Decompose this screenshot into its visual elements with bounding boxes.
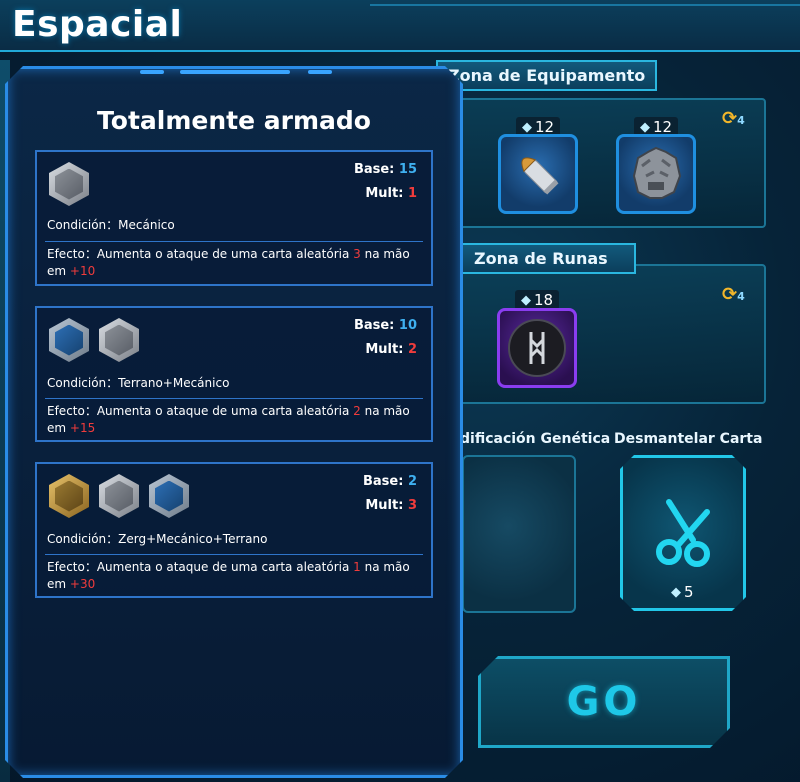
combo-divider bbox=[45, 554, 423, 555]
gem-icon: ◆ bbox=[640, 119, 650, 135]
zerg-hex-icon bbox=[49, 474, 89, 518]
refresh-icon: ⟳ bbox=[722, 108, 738, 129]
combo-mult: Mult: 1 bbox=[365, 186, 417, 201]
combo-base: Base: 15 bbox=[353, 162, 417, 177]
gem-icon: ◆ bbox=[671, 584, 681, 600]
mechanic-hex-icon bbox=[49, 162, 89, 206]
combo-mult: Mult: 2 bbox=[365, 342, 417, 357]
combo-condition: Condición：Mecánico bbox=[47, 218, 175, 232]
rune-disc-icon bbox=[508, 319, 566, 377]
rune-zone-panel bbox=[440, 264, 766, 404]
scissors-icon bbox=[649, 494, 719, 570]
combo-entry: Base: 10 Mult: 2 Condición：Terrano+Mecán… bbox=[35, 306, 433, 442]
mechanic-hex-icon bbox=[99, 474, 139, 518]
terran-hex-icon bbox=[149, 474, 189, 518]
rune-price-value: 18 bbox=[534, 291, 554, 309]
combo-icon-row bbox=[49, 318, 139, 362]
combo-divider bbox=[45, 241, 423, 242]
rune-refresh-button[interactable]: ⟳4 bbox=[722, 284, 745, 305]
gem-icon: ◆ bbox=[521, 292, 531, 308]
genetic-modification-slot[interactable] bbox=[462, 455, 576, 613]
modal-top-decoration bbox=[180, 70, 290, 74]
modal-top-decoration bbox=[140, 70, 164, 74]
page-title: Espacial bbox=[12, 4, 183, 45]
equipment-zone-panel bbox=[440, 98, 766, 228]
equipment-item-skull-helmet[interactable] bbox=[616, 134, 696, 214]
combo-icon-row bbox=[49, 474, 189, 518]
combo-entry: Base: 15 Mult: 1 Condición：Mecánico Efec… bbox=[35, 150, 433, 286]
mechanic-hex-icon bbox=[99, 318, 139, 362]
combo-icon-row bbox=[49, 162, 89, 206]
dismantle-card-button[interactable]: ◆ 5 bbox=[620, 455, 746, 611]
combo-condition: Condición：Terrano+Mecánico bbox=[47, 376, 230, 390]
refresh-icon: ⟳ bbox=[722, 284, 738, 305]
equipment-refresh-count: 4 bbox=[737, 114, 745, 127]
combo-effect: Efecto：Aumenta o ataque de uma carta ale… bbox=[47, 247, 410, 278]
combo-effect: Efecto：Aumenta o ataque de uma carta ale… bbox=[47, 404, 410, 435]
rune-refresh-count: 4 bbox=[737, 290, 745, 303]
skull-helmet-icon bbox=[632, 146, 682, 199]
modal-top-decoration bbox=[308, 70, 332, 74]
equipment-refresh-button[interactable]: ⟳4 bbox=[722, 108, 745, 129]
rune-item-disc[interactable] bbox=[497, 308, 577, 388]
combo-base: Base: 10 bbox=[353, 318, 417, 333]
equipment-zone-tab: Zona de Equipamento bbox=[436, 60, 658, 91]
combo-divider bbox=[45, 398, 423, 399]
dismantle-price-value: 5 bbox=[684, 583, 694, 601]
title-decoration bbox=[370, 4, 800, 20]
combo-condition: Condición：Zerg+Mecánico+Terrano bbox=[47, 532, 268, 546]
genetic-modification-label: dificación Genética bbox=[460, 431, 611, 447]
dismantle-card-label: Desmantelar Carta bbox=[614, 431, 763, 447]
bullet-icon bbox=[521, 157, 559, 195]
modal-title: Totalmente armado bbox=[97, 106, 371, 135]
combo-effect: Efecto：Aumenta o ataque de uma carta ale… bbox=[47, 560, 410, 591]
equipment-item-bullet[interactable] bbox=[498, 134, 578, 214]
rune-zone-tab: Zona de Runas bbox=[460, 243, 636, 274]
combo-mult: Mult: 3 bbox=[365, 498, 417, 513]
combo-base: Base: 2 bbox=[362, 474, 417, 489]
terran-hex-icon bbox=[49, 318, 89, 362]
rune-price: ◆ 18 bbox=[515, 290, 560, 310]
combo-entry: Base: 2 Mult: 3 Condición：Zerg+Mecánico+… bbox=[35, 462, 433, 598]
dismantle-price: ◆ 5 bbox=[665, 582, 700, 602]
go-button[interactable]: GO bbox=[478, 656, 730, 748]
gem-icon: ◆ bbox=[522, 119, 532, 135]
